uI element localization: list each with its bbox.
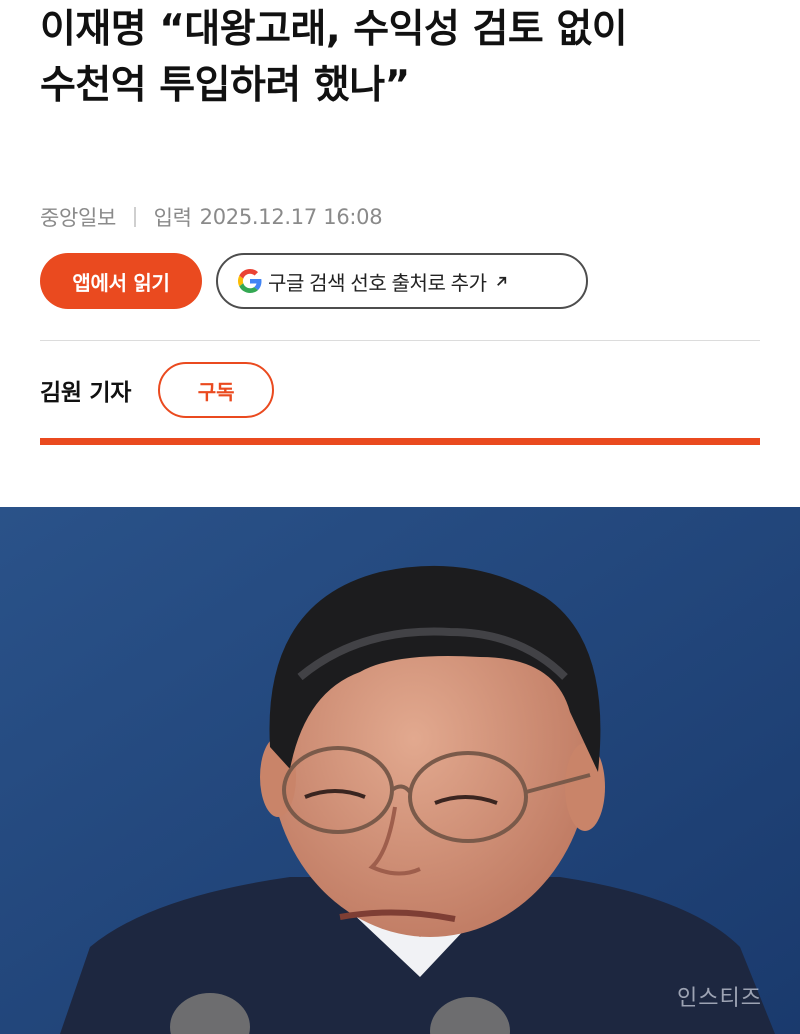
google-g-icon (238, 269, 262, 293)
section-divider (40, 340, 760, 341)
article-actions: 앱에서 읽기 구글 검색 선호 출처로 추가 (40, 253, 588, 309)
article-photo: 인스티즈 (0, 507, 800, 1034)
portrait-illustration (0, 507, 800, 1034)
photo-watermark: 인스티즈 (677, 986, 762, 1011)
author-row: 김원 기자 구독 (40, 362, 275, 418)
published-label: 입력 (153, 206, 192, 230)
headline-line-2: 수천억 투입하려 했나” (40, 63, 410, 108)
meta-separator (134, 207, 136, 227)
article-meta: 중앙일보 입력 2025.12.17 16:08 (40, 201, 383, 233)
google-preferred-source-button[interactable]: 구글 검색 선호 출처로 추가 (216, 253, 588, 309)
article-headline: 이재명 “대왕고래, 수익성 검토 없이 수천억 투입하려 했나” (40, 2, 780, 114)
headline-line-1: 이재명 “대왕고래, 수익성 검토 없이 (40, 7, 628, 52)
published-time: 2025.12.17 16:08 (199, 205, 383, 229)
arrow-up-right-icon (496, 276, 506, 286)
author-name[interactable]: 김원 기자 (40, 373, 131, 407)
subscribe-button[interactable]: 구독 (158, 362, 275, 418)
google-preferred-source-label: 구글 검색 선호 출처로 추가 (268, 272, 487, 295)
article-page: 이재명 “대왕고래, 수익성 검토 없이 수천억 투입하려 했나” 중앙일보 입… (0, 0, 800, 1034)
accent-divider (40, 438, 760, 445)
source-name: 중앙일보 (40, 206, 117, 230)
open-in-app-button[interactable]: 앱에서 읽기 (40, 253, 202, 309)
